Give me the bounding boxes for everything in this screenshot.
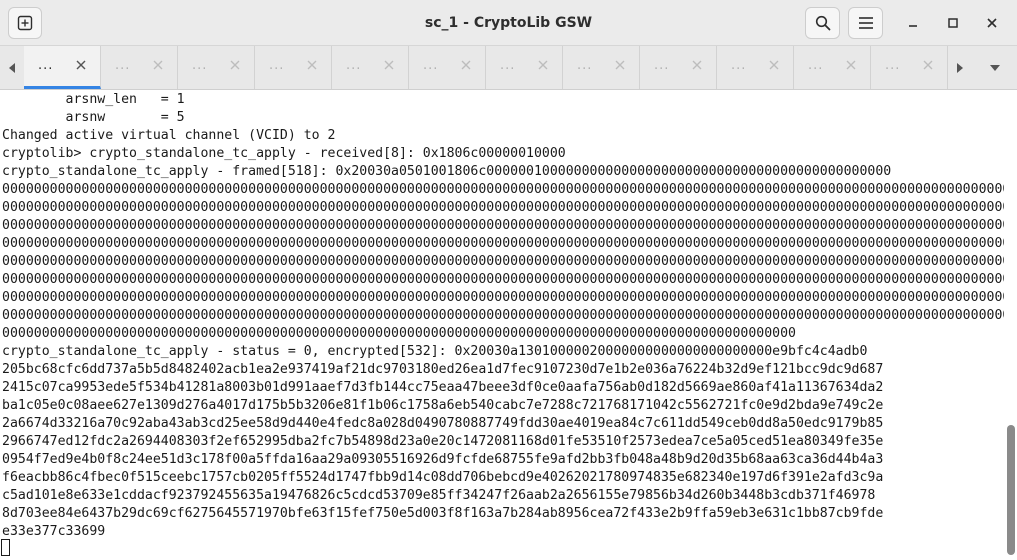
tab-close-button[interactable] (536, 58, 550, 72)
terminal-line: 0000000000000000000000000000000000000000… (2, 236, 1004, 251)
new-tab-icon (17, 15, 33, 31)
tab-label: ... (885, 58, 901, 73)
tab-3[interactable]: ... (178, 46, 255, 89)
tab-1[interactable]: ... (24, 46, 101, 89)
main-menu-button[interactable] (848, 7, 883, 39)
tab-7[interactable]: ... (486, 46, 563, 89)
terminal-line: 0000000000000000000000000000000000000000… (2, 272, 1004, 287)
close-icon (461, 60, 471, 70)
tab-label: ... (346, 58, 362, 73)
close-icon (615, 60, 625, 70)
search-button[interactable] (805, 7, 840, 39)
tab-6[interactable]: ... (409, 46, 486, 89)
close-icon (987, 18, 997, 28)
terminal-line: 0000000000000000000000000000000000000000… (2, 200, 1004, 215)
tab-bar: ... ... ... ... ... ... ... ... ... ... … (0, 46, 1017, 90)
tab-5[interactable]: ... (332, 46, 409, 89)
terminal-line: cryptolib> crypto_standalone_tc_apply - … (2, 146, 566, 161)
close-icon (153, 60, 163, 70)
close-icon (769, 60, 779, 70)
hamburger-menu-icon (858, 17, 873, 29)
terminal-line: arsnw = 5 (2, 110, 185, 125)
terminal-line: 0000000000000000000000000000000000000000… (2, 182, 1004, 197)
maximize-icon (948, 18, 958, 28)
terminal-line: Changed active virtual channel (VCID) to… (2, 128, 336, 143)
terminal-line: 2415c07ca9953ede5f534b41281a8003b01d991a… (2, 380, 884, 395)
tab-label: ... (500, 58, 516, 73)
tab-close-button[interactable] (382, 58, 396, 72)
close-icon (76, 60, 86, 70)
tab-close-button[interactable] (459, 58, 473, 72)
tab-4[interactable]: ... (255, 46, 332, 89)
terminal-line: arsnw_len = 1 (2, 92, 185, 107)
terminal-line: ba1c05e0c08aee627e1309d276a4017d175b5b32… (2, 398, 884, 413)
tab-11[interactable]: ... (794, 46, 871, 89)
chevron-down-icon (990, 64, 1000, 71)
tab-label: ... (192, 58, 208, 73)
search-icon (815, 15, 830, 31)
close-icon (692, 60, 702, 70)
tab-close-button[interactable] (228, 58, 242, 72)
terminal-line: 0000000000000000000000000000000000000000… (2, 254, 1004, 269)
tab-12[interactable]: ... (871, 46, 948, 89)
terminal-line: crypto_standalone_tc_apply - framed[518]… (2, 164, 892, 179)
terminal-line: 0000000000000000000000000000000000000000… (2, 308, 1004, 323)
tab-9[interactable]: ... (640, 46, 717, 89)
close-icon (923, 60, 933, 70)
minimize-button[interactable] (901, 11, 925, 35)
terminal-cursor (1, 539, 10, 556)
tab-close-button[interactable] (844, 58, 858, 72)
terminal-line: 205bc68cfc6dd737a5b5d8482402acb1ea2e9374… (2, 362, 884, 377)
tab-label: ... (731, 58, 747, 73)
terminal-line: crypto_standalone_tc_apply - status = 0,… (2, 344, 868, 359)
tab-2[interactable]: ... (101, 46, 178, 89)
close-icon (384, 60, 394, 70)
tab-list-dropdown-button[interactable] (982, 46, 1008, 89)
terminal-line: 0954f7ed9e4b0f8c24ee51d3c178f00a5ffda16a… (2, 452, 884, 467)
new-tab-button[interactable] (8, 7, 42, 39)
close-icon (230, 60, 240, 70)
scrollbar-thumb[interactable] (1007, 425, 1015, 555)
tab-close-button[interactable] (74, 58, 88, 72)
terminal-line: 0000000000000000000000000000000000000000… (2, 290, 1004, 305)
tab-label: ... (808, 58, 824, 73)
terminal-line: 8d703ee84e6437b29dc69cf6275645571970bfe6… (2, 506, 884, 521)
close-icon (538, 60, 548, 70)
tab-close-button[interactable] (151, 58, 165, 72)
tab-scroll-left-button[interactable] (0, 46, 24, 89)
header-bar: sc_1 - CryptoLib GSW (0, 0, 1017, 46)
terminal-line: 0000000000000000000000000000000000000000… (2, 326, 796, 341)
tab-label: ... (423, 58, 439, 73)
close-icon (307, 60, 317, 70)
chevron-left-icon (9, 62, 15, 73)
minimize-icon (909, 25, 917, 27)
terminal-line: 2a6674d33216a70c92aba43ab3cd25ee58d9d440… (2, 416, 884, 431)
terminal-output[interactable]: arsnw_len = 1 arsnw = 5 Changed active v… (0, 90, 1004, 560)
maximize-button[interactable] (941, 11, 965, 35)
tab-label: ... (269, 58, 285, 73)
terminal-scrollbar[interactable] (1005, 90, 1017, 560)
tab-label: ... (115, 58, 131, 73)
tab-close-button[interactable] (690, 58, 704, 72)
tab-label: ... (577, 58, 593, 73)
tab-close-button[interactable] (921, 58, 935, 72)
chevron-right-icon (957, 62, 963, 73)
close-window-button[interactable] (980, 11, 1004, 35)
close-icon (846, 60, 856, 70)
terminal-window: sc_1 - CryptoLib GSW ... ... ... ... ...… (0, 0, 1017, 560)
tab-label: ... (38, 58, 54, 73)
terminal-line: 2966747ed12fdc2a2694408303f2ef652995dba2… (2, 434, 884, 449)
terminal-line: e33e377c33699 (2, 524, 106, 539)
tab-close-button[interactable] (767, 58, 781, 72)
tab-scroll-right-button[interactable] (948, 46, 972, 89)
terminal-line: c5ad101e8e633e1cddacf923792455635a194768… (2, 488, 876, 503)
tab-10[interactable]: ... (717, 46, 794, 89)
tab-8[interactable]: ... (563, 46, 640, 89)
tab-label: ... (654, 58, 670, 73)
tab-close-button[interactable] (305, 58, 319, 72)
terminal-line: f6eacbb86c4fbec0f515ceebc1757cb0205ff552… (2, 470, 884, 485)
terminal-line: 0000000000000000000000000000000000000000… (2, 218, 1004, 233)
tab-close-button[interactable] (613, 58, 627, 72)
